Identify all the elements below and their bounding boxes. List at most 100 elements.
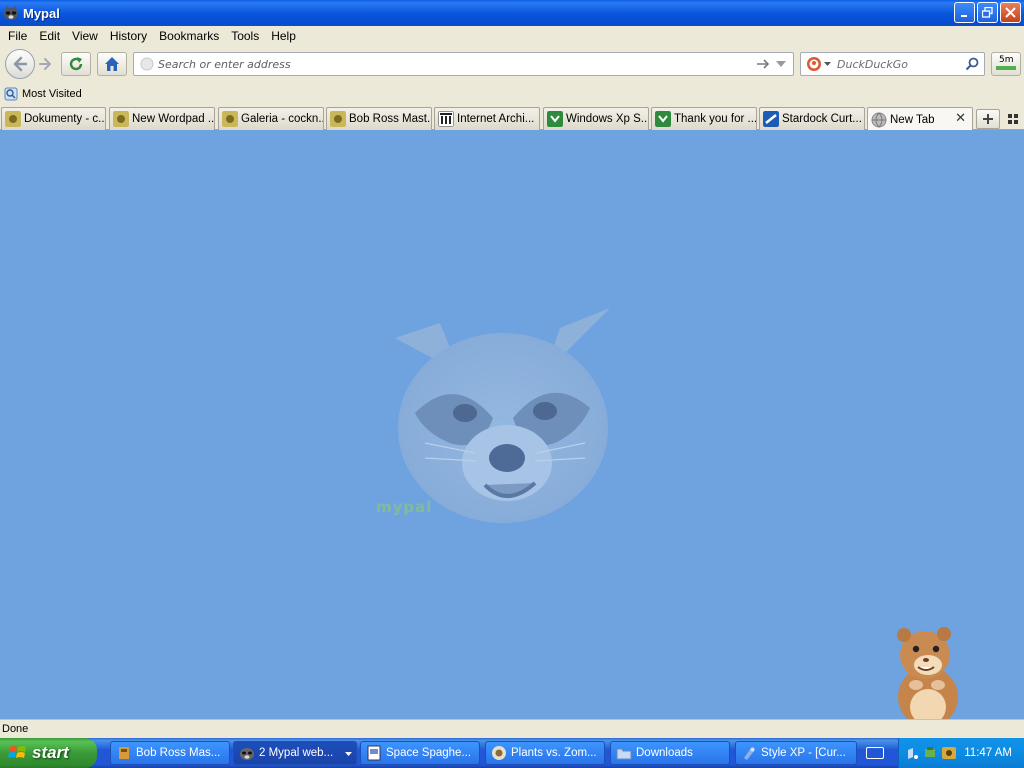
app-icon (119, 747, 129, 759)
hamster-mascot-icon (888, 627, 958, 730)
mypal-wordmark: mypal (376, 498, 433, 516)
menu-history[interactable]: History (106, 29, 155, 43)
forward-button[interactable] (34, 53, 56, 75)
tab-internet-archive[interactable]: Internet Archi... (434, 107, 540, 130)
status-text: Done (2, 723, 29, 735)
tab-label: Bob Ross Mast... (349, 113, 431, 125)
raccoon-logo-icon (395, 308, 610, 523)
search-input[interactable] (837, 56, 965, 72)
task-bob-ross[interactable]: Bob Ross Mas... (110, 741, 230, 765)
globe-icon (871, 112, 887, 127)
menu-bar: File Edit View History Bookmarks Tools H… (0, 26, 1024, 46)
close-tab-icon[interactable]: ✕ (955, 111, 966, 126)
restore-button[interactable] (977, 2, 998, 23)
task-downloads[interactable]: Downloads (610, 741, 730, 765)
menu-file[interactable]: File (4, 29, 35, 43)
folder-icon (616, 748, 632, 760)
search-bar[interactable] (800, 52, 985, 76)
tab-dokumenty[interactable]: Dokumenty - c... (1, 107, 106, 130)
tab-label: Thank you for ... (674, 113, 756, 125)
address-input[interactable] (158, 56, 748, 72)
reload-icon (69, 57, 83, 71)
tab-stardock[interactable]: Stardock Curt... (759, 107, 865, 130)
tab-galeria[interactable]: Galeria - cockn... (218, 107, 324, 130)
forward-arrow-icon (39, 58, 51, 70)
style-icon (744, 747, 755, 760)
image-icon (222, 111, 238, 127)
image-icon (113, 111, 129, 127)
address-bar[interactable] (133, 52, 794, 76)
menu-bookmarks[interactable]: Bookmarks (155, 29, 227, 43)
system-tray: 11:47 AM (898, 738, 1024, 768)
task-mypal[interactable]: 2 Mypal web... (233, 741, 357, 765)
task-label: Bob Ross Mas... (136, 747, 221, 759)
dropdown-icon[interactable] (776, 61, 786, 68)
raccoon-icon (240, 748, 254, 760)
reload-button[interactable] (61, 52, 91, 76)
sm-button[interactable]: 5m (991, 52, 1021, 76)
start-button[interactable]: start (0, 738, 97, 768)
engine-dropdown-icon[interactable] (824, 62, 831, 67)
sm-badge: 5m (999, 55, 1014, 65)
title-bar: Mypal (0, 0, 1024, 26)
bookmarks-toolbar: Most Visited (0, 82, 1024, 106)
start-label: start (32, 743, 69, 762)
tab-label: Stardock Curt... (782, 113, 862, 125)
minimize-button[interactable] (954, 2, 975, 23)
menu-tools[interactable]: Tools (227, 29, 267, 43)
task-space-spaghetti[interactable]: Space Spaghe... (360, 741, 480, 765)
document-icon (367, 745, 381, 761)
network-icon[interactable] (905, 745, 919, 761)
grid-icon (1008, 114, 1018, 124)
archive-icon (438, 111, 454, 127)
green-arrow-icon (547, 111, 563, 127)
tab-new-tab[interactable]: New Tab ✕ (867, 107, 973, 131)
tab-label: Galeria - cockn... (241, 113, 323, 125)
menu-help[interactable]: Help (267, 29, 304, 43)
image-icon (5, 111, 21, 127)
tab-label: Internet Archi... (457, 113, 535, 125)
restore-icon (982, 7, 993, 18)
keyboard-icon[interactable] (866, 747, 884, 759)
page-icon (140, 57, 154, 71)
taskbar: start Bob Ross Mas... 2 Mypal web... Spa… (0, 738, 1024, 768)
window-title: Mypal (23, 5, 60, 21)
task-label: Downloads (636, 747, 693, 759)
duckduckgo-icon[interactable] (806, 56, 822, 72)
image-icon (330, 111, 346, 127)
task-style-xp[interactable]: Style XP - [Cur... (735, 741, 857, 765)
new-tab-page: mypal (0, 130, 1024, 730)
minimize-icon (960, 14, 967, 17)
group-dropdown-icon[interactable] (345, 752, 352, 757)
clock[interactable]: 11:47 AM (964, 747, 1012, 759)
tab-label: Dokumenty - c... (24, 113, 105, 125)
green-arrow-icon (655, 111, 671, 127)
search-icon[interactable] (965, 57, 979, 71)
menu-edit[interactable]: Edit (35, 29, 68, 43)
home-button[interactable] (97, 52, 127, 76)
tray-app-icon[interactable] (941, 745, 957, 761)
task-plants-vs-zombies[interactable]: Plants vs. Zom... (485, 741, 605, 765)
tab-label: New Tab (890, 113, 935, 126)
task-label: Space Spaghe... (386, 747, 472, 759)
tab-label: New Wordpad ... (132, 113, 214, 125)
task-label: Style XP - [Cur... (761, 747, 846, 759)
most-visited-bookmark[interactable]: Most Visited (22, 88, 82, 100)
close-window-button[interactable] (1000, 2, 1021, 23)
tab-windows-xp[interactable]: Windows Xp S... (543, 107, 649, 130)
go-arrow-icon[interactable] (756, 58, 770, 70)
safely-remove-icon[interactable] (923, 745, 937, 761)
new-tab-button[interactable] (976, 109, 1000, 129)
list-all-tabs-button[interactable] (1005, 111, 1021, 127)
stardock-icon (763, 111, 779, 127)
back-button[interactable] (5, 49, 35, 79)
tab-new-wordpad[interactable]: New Wordpad ... (109, 107, 215, 130)
home-icon (105, 57, 119, 71)
tab-thank-you[interactable]: Thank you for ... (651, 107, 757, 130)
tab-bob-ross[interactable]: Bob Ross Mast... (326, 107, 432, 130)
menu-view[interactable]: View (68, 29, 106, 43)
most-visited-icon (4, 87, 18, 101)
raccoon-app-icon (4, 6, 18, 20)
close-icon (1005, 7, 1016, 18)
windows-logo-icon (8, 746, 26, 758)
